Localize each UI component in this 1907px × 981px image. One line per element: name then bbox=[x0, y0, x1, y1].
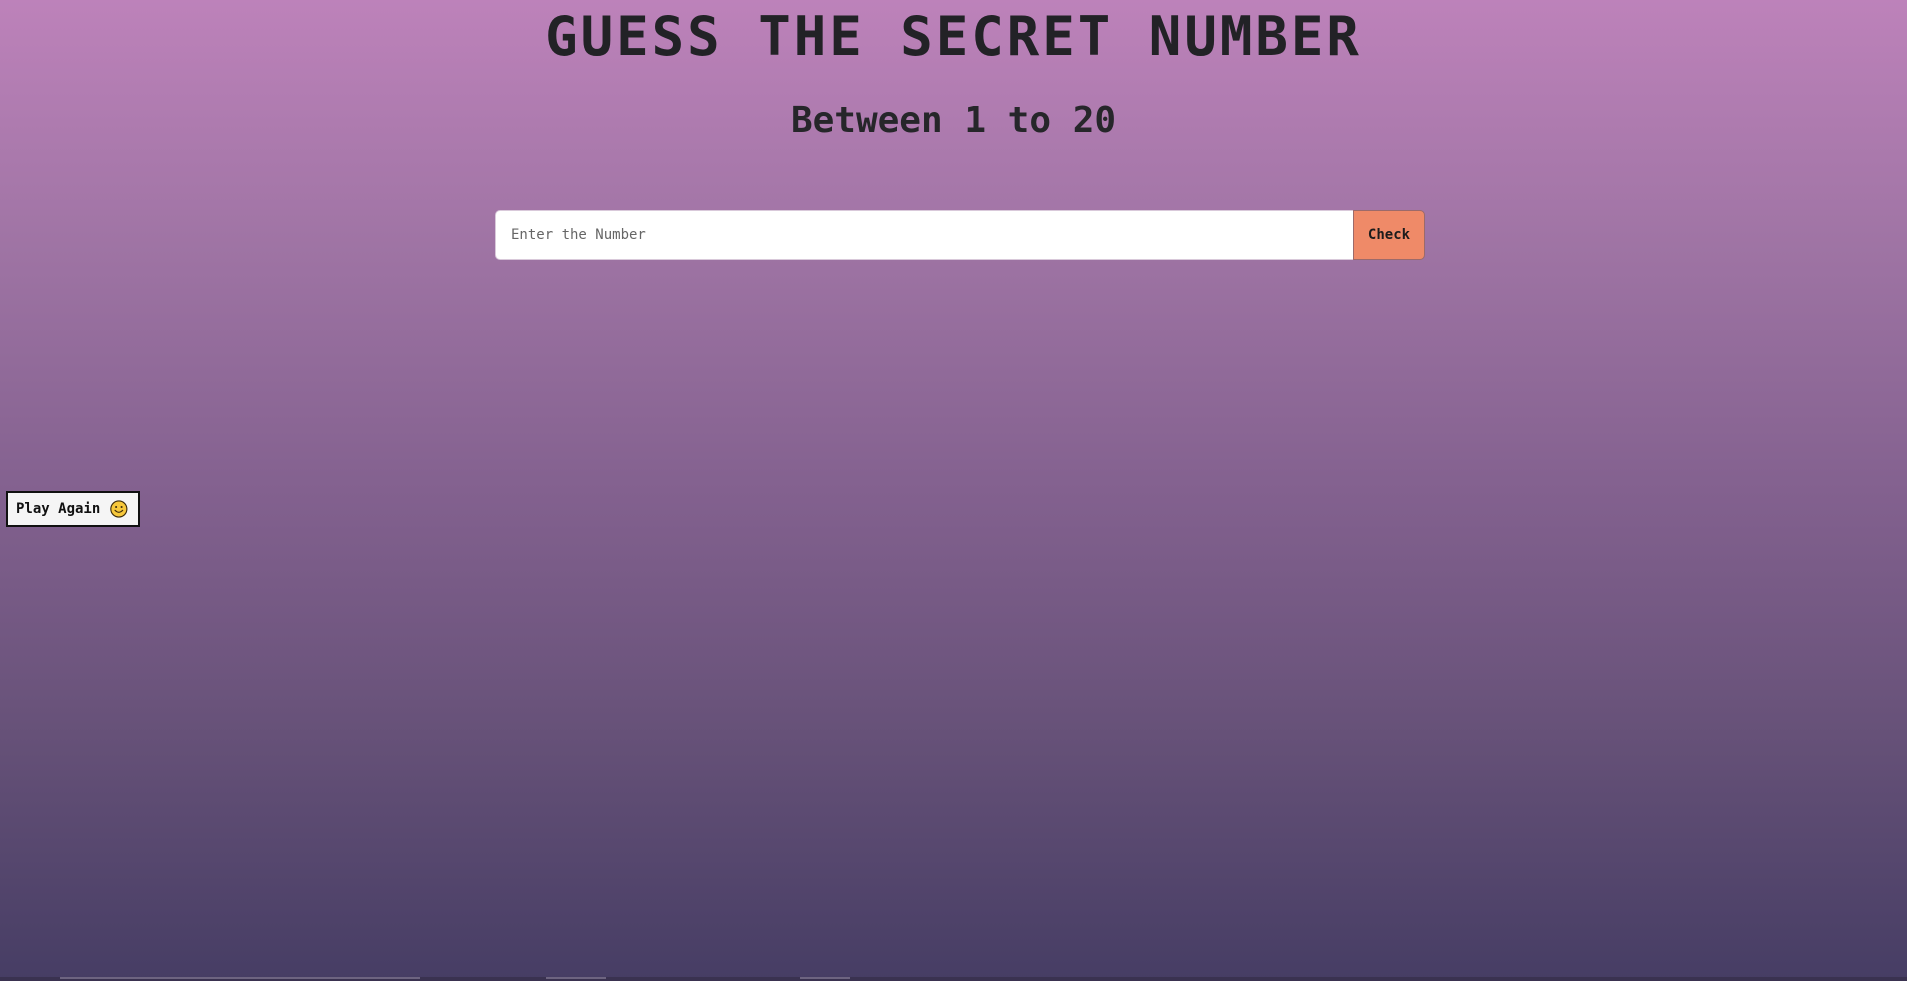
play-again-button[interactable]: Play Again bbox=[6, 491, 140, 527]
number-input[interactable] bbox=[495, 210, 1353, 260]
play-again-label: Play Again bbox=[16, 501, 101, 517]
bottom-edge-strip bbox=[0, 977, 1907, 981]
smiley-face-icon bbox=[110, 500, 128, 518]
guess-form: Check bbox=[495, 210, 1425, 260]
range-subtitle: Between 1 to 20 bbox=[790, 100, 1117, 141]
page-title: GUESS THE SECRET NUMBER bbox=[545, 5, 1362, 68]
check-button[interactable]: Check bbox=[1353, 210, 1425, 260]
